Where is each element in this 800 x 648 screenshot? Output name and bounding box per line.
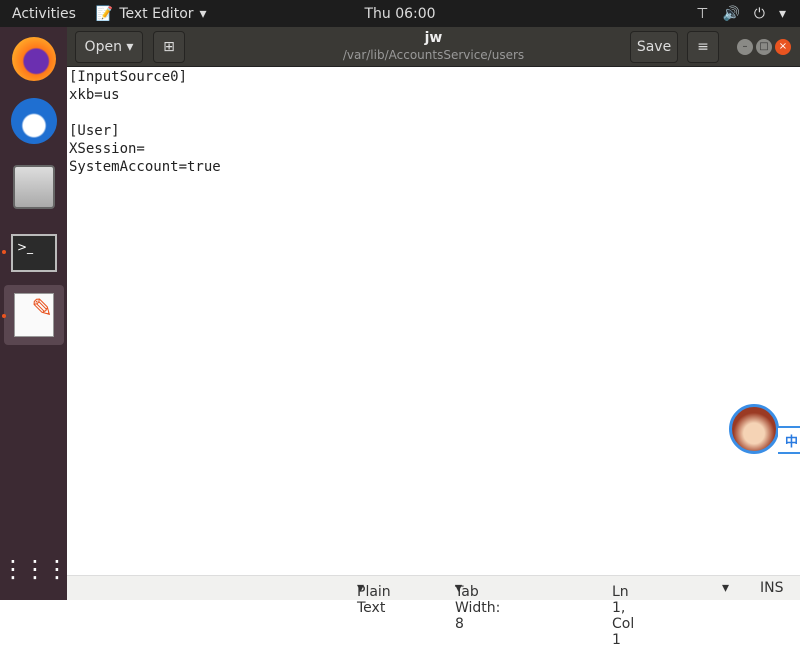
firefox-icon[interactable] [4,29,64,89]
top-bar: Activities 📝 Text Editor ▾ Thu 06:00 ⊤ 🔊 ⏻ ▾ [0,0,800,27]
activities-button[interactable]: Activities [12,6,76,22]
network-icon: ⊤ [696,5,709,22]
input-method-indicator[interactable]: 中 [778,426,800,454]
header-bar: Open ▾ ⊞ jw /var/lib/AccountsService/use… [67,27,800,67]
dock: >_ ✎ ⋮⋮⋮ [0,27,69,600]
running-indicator [2,314,6,318]
thunderbird-icon[interactable] [4,91,64,151]
close-icon[interactable]: × [775,39,791,55]
language-selector[interactable]: Plain Text ▾ [357,580,391,616]
chevron-down-icon: ▾ [199,5,207,22]
menu-icon[interactable]: ≡ [687,31,719,63]
app-name: Text Editor [119,5,194,22]
text-editor-area[interactable]: [InputSource0] xkb=us [User] XSession= S… [67,67,800,575]
chevron-down-icon[interactable]: ▾ [722,580,729,596]
save-button[interactable]: Save [630,31,678,63]
maximize-icon[interactable]: □ [756,39,772,55]
minimize-icon[interactable]: – [737,39,753,55]
text-editor-dock-icon[interactable]: ✎ [4,285,64,345]
volume-icon: 🔊 [722,5,740,22]
power-icon: ⏻ [753,5,765,22]
status-bar: Plain Text ▾ Tab Width: 8 ▾ Ln 1, Col 1 … [67,575,800,648]
tab-width-selector[interactable]: Tab Width: 8 ▾ [455,580,500,632]
assistant-avatar[interactable] [729,404,779,454]
files-icon[interactable] [4,157,64,217]
app-menu[interactable]: 📝 Text Editor ▾ [96,6,207,22]
chevron-down-icon: ▾ [778,5,786,22]
text-editor-icon: 📝 [95,5,114,22]
system-tray[interactable]: ⊤ 🔊 ⏻ ▾ [696,6,786,22]
terminal-icon[interactable]: >_ [4,223,64,283]
show-applications-icon[interactable]: ⋮⋮⋮ [1,539,69,599]
insert-mode[interactable]: INS [760,580,784,596]
